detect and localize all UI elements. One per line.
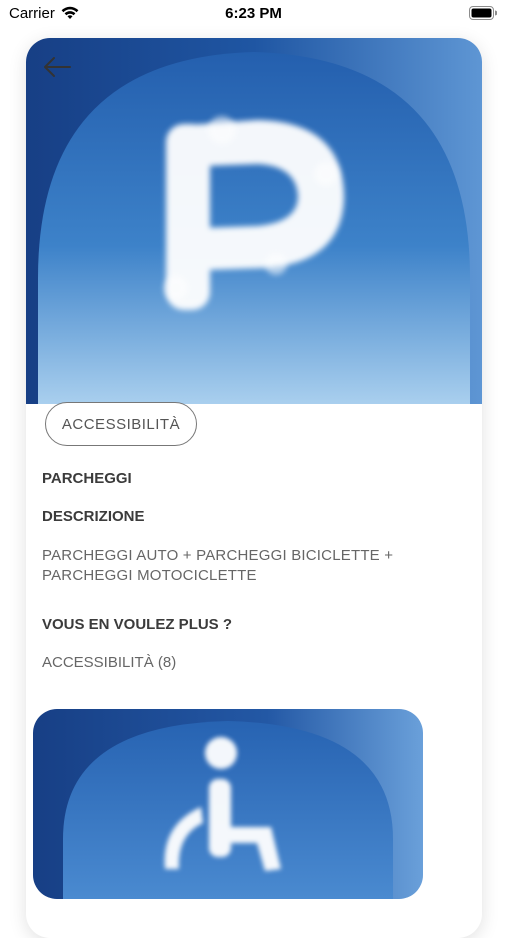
back-arrow-icon[interactable] (40, 52, 74, 82)
more-category-link[interactable]: ACCESSIBILITÀ (8) (42, 654, 176, 671)
hero-image (26, 38, 482, 404)
battery-icon (469, 6, 497, 20)
category-tag-button[interactable]: ACCESSIBILITÀ (45, 402, 197, 446)
wheelchair-image (33, 709, 423, 899)
status-bar: Carrier 6:23 PM (0, 0, 507, 30)
more-heading: VOUS EN VOULEZ PLUS ? (42, 616, 233, 633)
description-heading: DESCRIZIONE (42, 508, 145, 525)
item-title: PARCHEGGI (42, 470, 132, 487)
related-card-accessibility[interactable] (33, 709, 423, 899)
description-text: PARCHEGGI AUTO + PARCHEGGI BICICLETTE + … (42, 547, 394, 584)
parking-cloud-image (26, 38, 482, 404)
clock-time: 6:23 PM (225, 5, 282, 22)
